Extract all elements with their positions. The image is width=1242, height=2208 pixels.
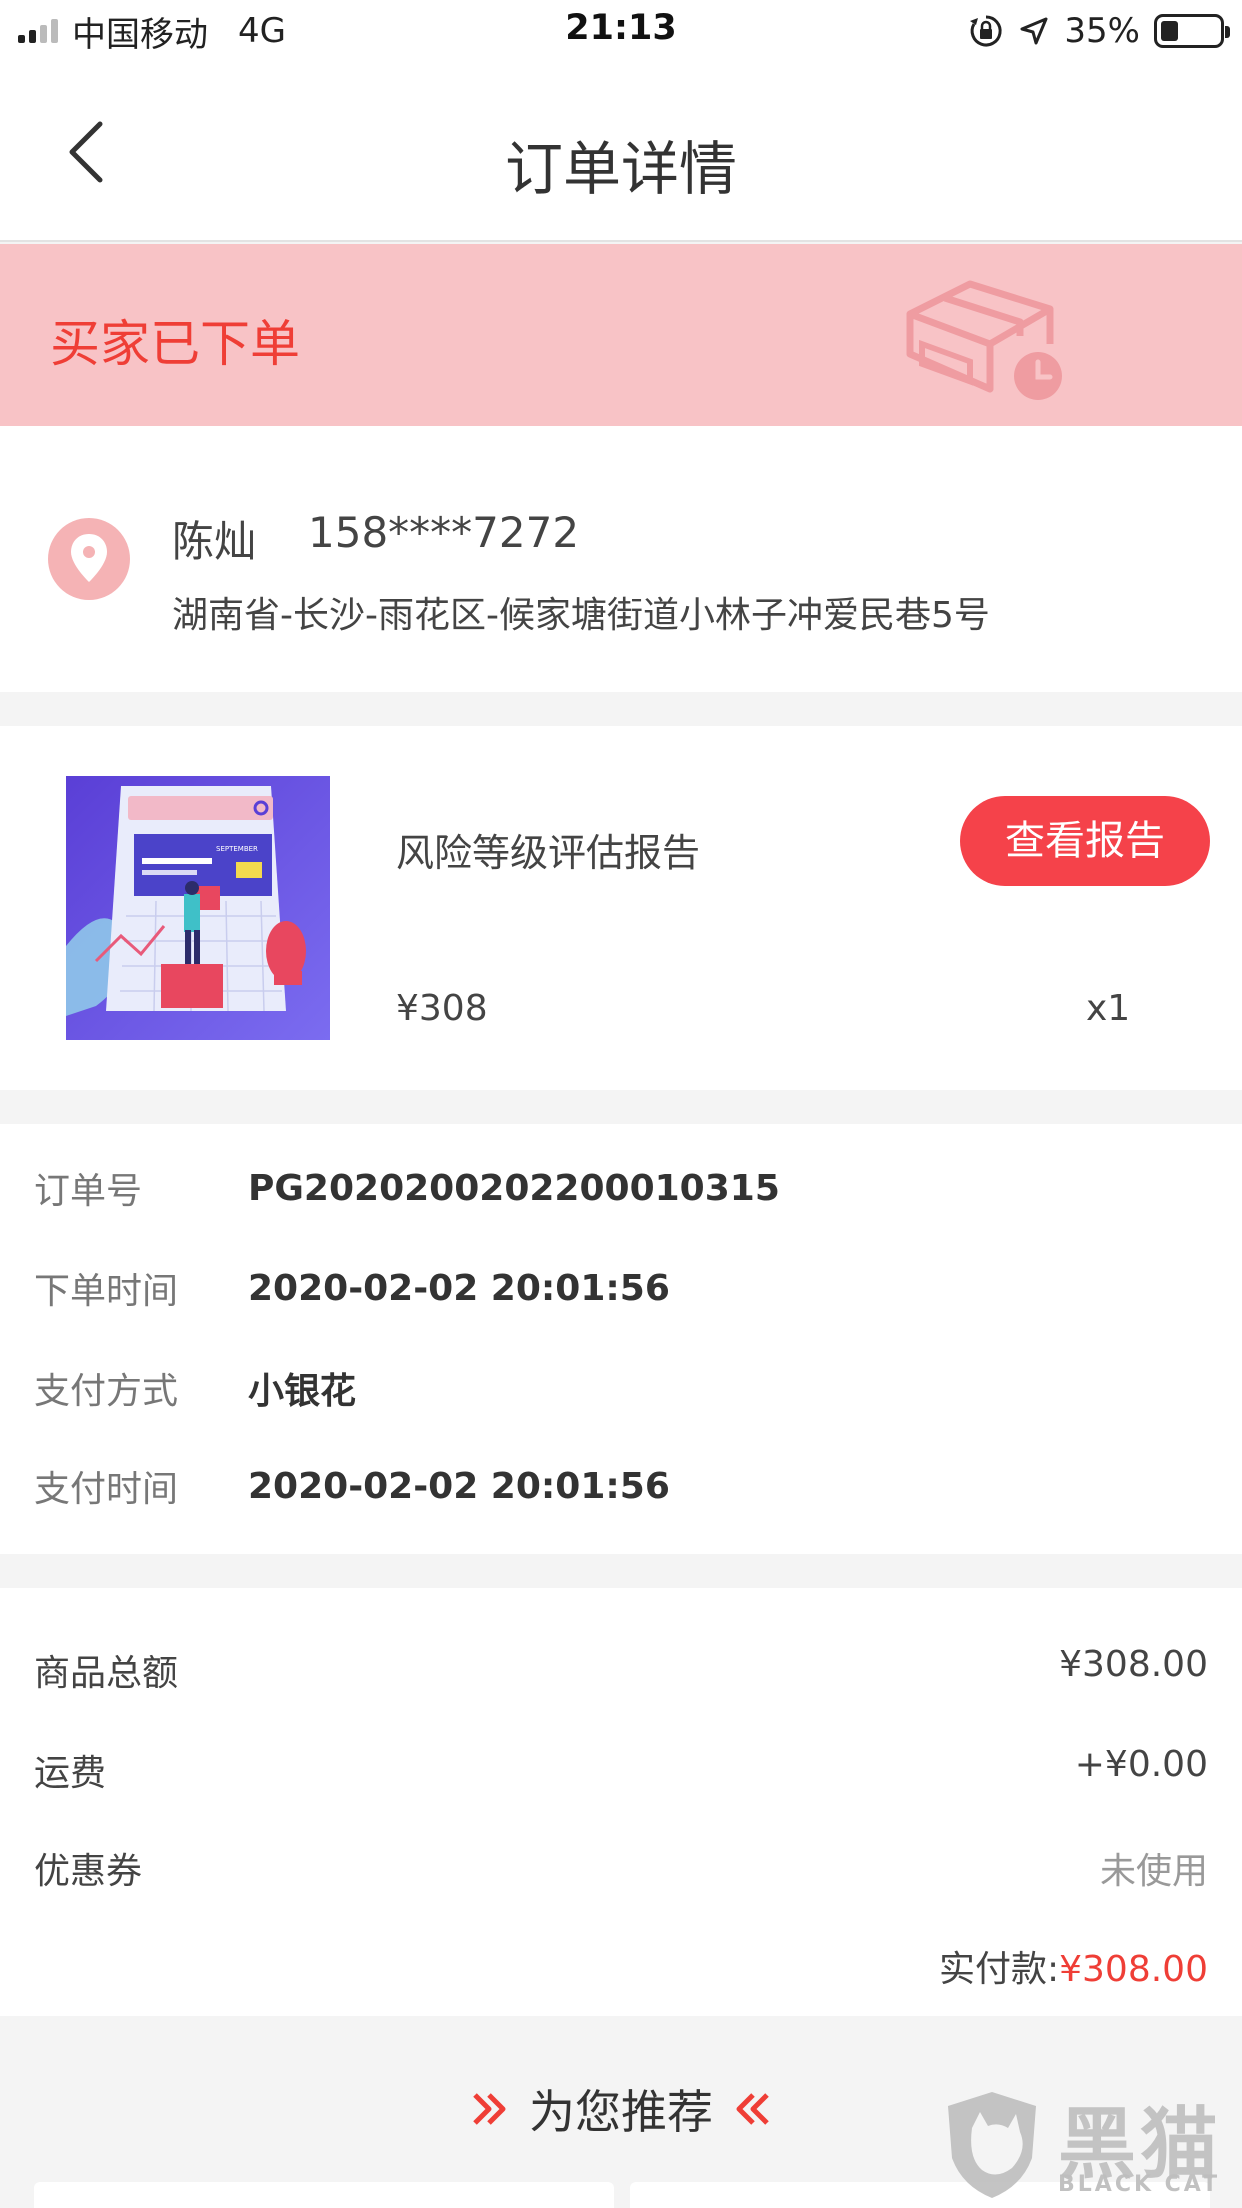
coupon-label: 优惠券 <box>34 1851 143 1892</box>
order-number-label: 订单号 <box>34 1171 143 1212</box>
order-info-row: 订单号 PG2020200202200010315 <box>34 1158 780 1218</box>
subtotal-value: ¥308.00 <box>1059 1644 1208 1685</box>
double-chevron-left-icon <box>736 2093 769 2125</box>
product-title[interactable]: 风险等级评估报告 <box>396 822 700 877</box>
box-clock-icon <box>906 280 1062 400</box>
location-pin-icon <box>48 518 130 600</box>
battery-icon <box>1154 14 1230 48</box>
order-number-value: PG2020200202200010315 <box>248 1167 780 1209</box>
watermark-logo: 黑猫 BLACK CAT <box>942 2080 1232 2208</box>
order-info-row: 下单时间 2020-02-02 20:01:56 <box>34 1258 670 1318</box>
status-bar: 中国移动 4G 21:13 35% <box>0 0 1242 62</box>
double-chevron-right-icon <box>473 2093 506 2125</box>
address-line: 湖南省-长沙-雨花区-候家塘街道小林子冲爱民巷5号 <box>172 595 990 636</box>
amount-summary-card: 商品总额 ¥308.00 运费 +¥0.00 优惠券 未使用 实付款:¥308.… <box>0 1588 1242 2016</box>
navigation-bar: 订单详情 <box>0 62 1242 242</box>
order-info-row: 支付时间 2020-02-02 20:01:56 <box>34 1456 670 1516</box>
product-price: ¥308 <box>396 988 488 1029</box>
order-status-text: 买家已下单 <box>50 315 300 373</box>
battery-percent: 35% <box>1064 11 1140 51</box>
order-info-row: 支付方式 小银花 <box>34 1358 356 1418</box>
paid-amount: 实付款:¥308.00 <box>939 1940 1208 1992</box>
shipping-address-card[interactable]: 陈灿 158****7272 湖南省-长沙-雨花区-候家塘街道小林子冲爱民巷5号 <box>0 426 1242 692</box>
payment-method-value: 小银花 <box>248 1371 357 1412</box>
recommend-title: 为您推荐 <box>529 2085 713 2139</box>
recipient-name: 陈灿 <box>172 517 257 566</box>
shipping-label: 运费 <box>34 1753 107 1794</box>
payment-time-value: 2020-02-02 20:01:56 <box>248 1465 670 1507</box>
order-info-card: 订单号 PG2020200202200010315 下单时间 2020-02-0… <box>0 1124 1242 1554</box>
paid-amount-label: 实付款: <box>938 1949 1060 1990</box>
product-quantity: x1 <box>1086 988 1131 1029</box>
location-arrow-icon <box>1020 17 1048 45</box>
recommend-item-card[interactable] <box>34 2182 614 2208</box>
paid-amount-value: ¥308.00 <box>1059 1949 1208 1990</box>
order-time-label: 下单时间 <box>34 1271 179 1312</box>
payment-method-label: 支付方式 <box>34 1371 179 1412</box>
order-status-banner: 买家已下单 <box>0 244 1242 426</box>
orientation-lock-icon <box>970 15 1003 47</box>
page-title: 订单详情 <box>504 135 737 203</box>
product-card: SEPTEMBER 风险等级评估报告 ¥308 x1 查看报告 <box>0 726 1242 1090</box>
status-bar-right: 35% <box>968 8 1230 54</box>
payment-time-label: 支付时间 <box>34 1469 179 1510</box>
view-report-button[interactable]: 查看报告 <box>960 796 1210 886</box>
product-thumbnail[interactable]: SEPTEMBER <box>66 776 330 1040</box>
watermark-text-en: BLACK CAT <box>1058 2172 1221 2197</box>
cat-shield-icon <box>948 2092 1036 2198</box>
order-time-value: 2020-02-02 20:01:56 <box>248 1267 670 1309</box>
subtotal-label: 商品总额 <box>34 1653 179 1694</box>
coupon-value[interactable]: 未使用 <box>1100 1842 1208 1894</box>
recipient-phone: 158****7272 <box>308 508 580 557</box>
product-thumbnail-text: SEPTEMBER <box>216 845 258 853</box>
shipping-value: +¥0.00 <box>1074 1744 1208 1785</box>
